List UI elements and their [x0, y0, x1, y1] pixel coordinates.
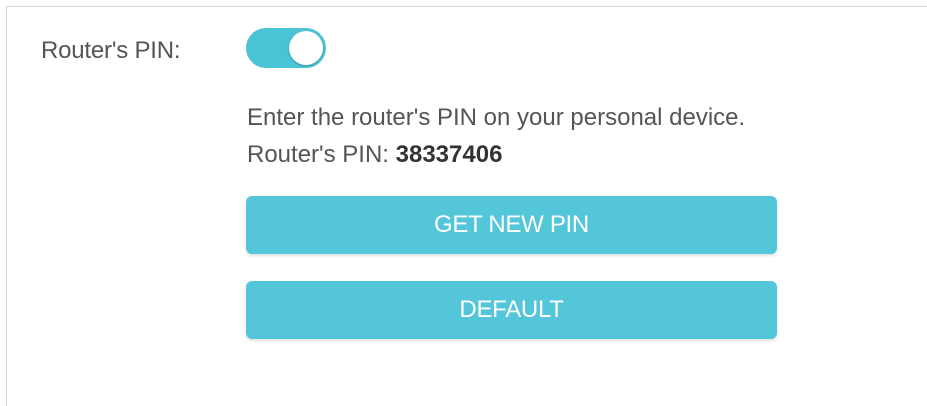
router-pin-value: 38337406: [395, 141, 503, 168]
default-button[interactable]: DEFAULT: [246, 281, 777, 339]
router-pin-label: Router's PIN:: [41, 37, 181, 64]
toggle-knob: [289, 31, 323, 65]
get-new-pin-button[interactable]: GET NEW PIN: [246, 196, 777, 254]
router-pin-line: Router's PIN: 38337406: [247, 141, 502, 169]
instruction-text: Enter the router's PIN on your personal …: [247, 104, 746, 131]
router-pin-toggle[interactable]: [246, 28, 326, 68]
router-pin-prefix: Router's PIN:: [247, 141, 396, 168]
